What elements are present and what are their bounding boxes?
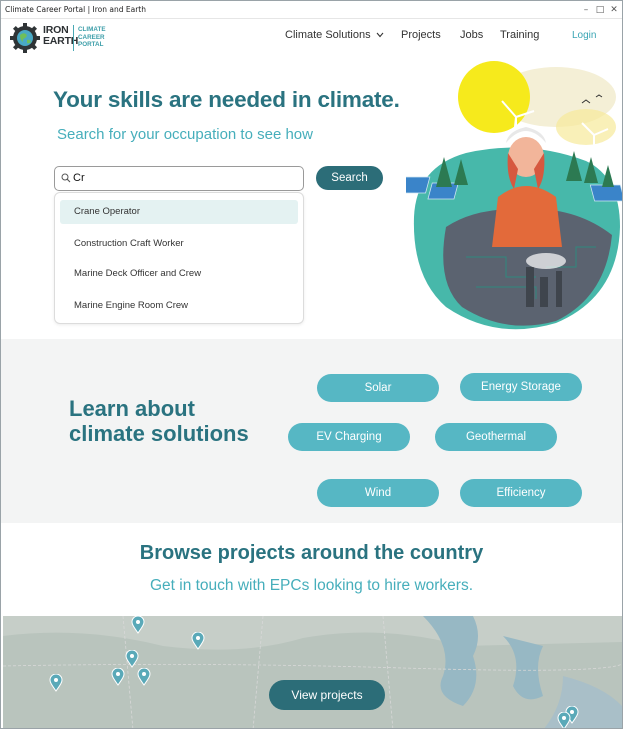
suggestion-crane-operator[interactable]: Crane Operator [60, 200, 298, 224]
pill-ev-charging[interactable]: EV Charging [288, 423, 410, 451]
search-suggestions: Crane Operator Construction Craft Worker… [54, 192, 304, 324]
search-button[interactable]: Search [316, 166, 383, 190]
map-background [3, 616, 622, 728]
close-icon[interactable]: ✕ [607, 3, 621, 17]
projects-map[interactable] [3, 616, 622, 729]
view-projects-button[interactable]: View projects [269, 680, 385, 710]
hero-title: Your skills are needed in climate. [53, 87, 400, 112]
nav-projects[interactable]: Projects [401, 29, 441, 41]
login-link[interactable]: Login [572, 30, 596, 41]
map-pin-icon[interactable] [557, 712, 571, 729]
suggestion-marine-deck-officer[interactable]: Marine Deck Officer and Crew [60, 262, 298, 286]
pill-efficiency[interactable]: Efficiency [460, 479, 582, 507]
nav-training[interactable]: Training [500, 29, 539, 41]
window-titlebar: Climate Career Portal | Iron and Earth –… [1, 1, 622, 19]
projects-subtitle: Get in touch with EPCs looking to hire w… [149, 577, 474, 594]
nav-climate-solutions-label: Climate Solutions [285, 29, 371, 41]
nav-jobs[interactable]: Jobs [460, 29, 483, 41]
maximize-icon[interactable]: □ [593, 3, 607, 17]
hero-subtitle: Search for your occupation to see how [57, 126, 313, 143]
pill-solar[interactable]: Solar [317, 374, 439, 402]
site-header: IRON EARTH CLIMATE CAREER PORTAL Climate… [1, 19, 622, 57]
nav-climate-solutions[interactable]: Climate Solutions [285, 29, 384, 41]
window-title: Climate Career Portal | Iron and Earth [5, 5, 146, 14]
map-pin-icon[interactable] [125, 650, 139, 668]
map-pin-icon[interactable] [137, 668, 151, 686]
map-pin-icon[interactable] [111, 668, 125, 686]
logo-divider [73, 25, 74, 51]
chevron-down-icon [376, 32, 384, 38]
logo-sub-career: CAREER [78, 33, 105, 41]
pill-geothermal[interactable]: Geothermal [435, 423, 557, 451]
map-pin-icon[interactable] [191, 632, 205, 650]
suggestion-construction-craft-worker[interactable]: Construction Craft Worker [60, 232, 298, 256]
solutions-title: Learn about climate solutions [69, 396, 249, 446]
logo-subtitle: CLIMATE CAREER PORTAL [78, 26, 106, 49]
solutions-title-line1: Learn about [69, 396, 195, 421]
search-icon [61, 173, 71, 183]
hero-illustration [406, 61, 622, 330]
minimize-icon[interactable]: – [579, 3, 593, 17]
iron-earth-logo[interactable]: IRON EARTH CLIMATE CAREER PORTAL [9, 22, 109, 54]
occupation-search-input[interactable]: Cr [54, 166, 304, 191]
projects-title: Browse projects around the country [139, 542, 484, 564]
gear-globe-icon [10, 23, 40, 53]
browser-window: Climate Career Portal | Iron and Earth –… [0, 0, 623, 729]
pill-wind[interactable]: Wind [317, 479, 439, 507]
logo-sub-portal: PORTAL [78, 41, 104, 49]
solutions-title-line2: climate solutions [69, 421, 249, 446]
search-input-value: Cr [73, 172, 85, 184]
climate-solutions-section: Learn about climate solutions Solar Ener… [1, 339, 622, 523]
suggestion-marine-engine-room-crew[interactable]: Marine Engine Room Crew [60, 294, 298, 318]
map-pin-icon[interactable] [131, 616, 145, 634]
map-pin-icon[interactable] [49, 674, 63, 692]
pill-energy-storage[interactable]: Energy Storage [460, 373, 582, 401]
logo-sub-climate: CLIMATE [78, 26, 106, 33]
